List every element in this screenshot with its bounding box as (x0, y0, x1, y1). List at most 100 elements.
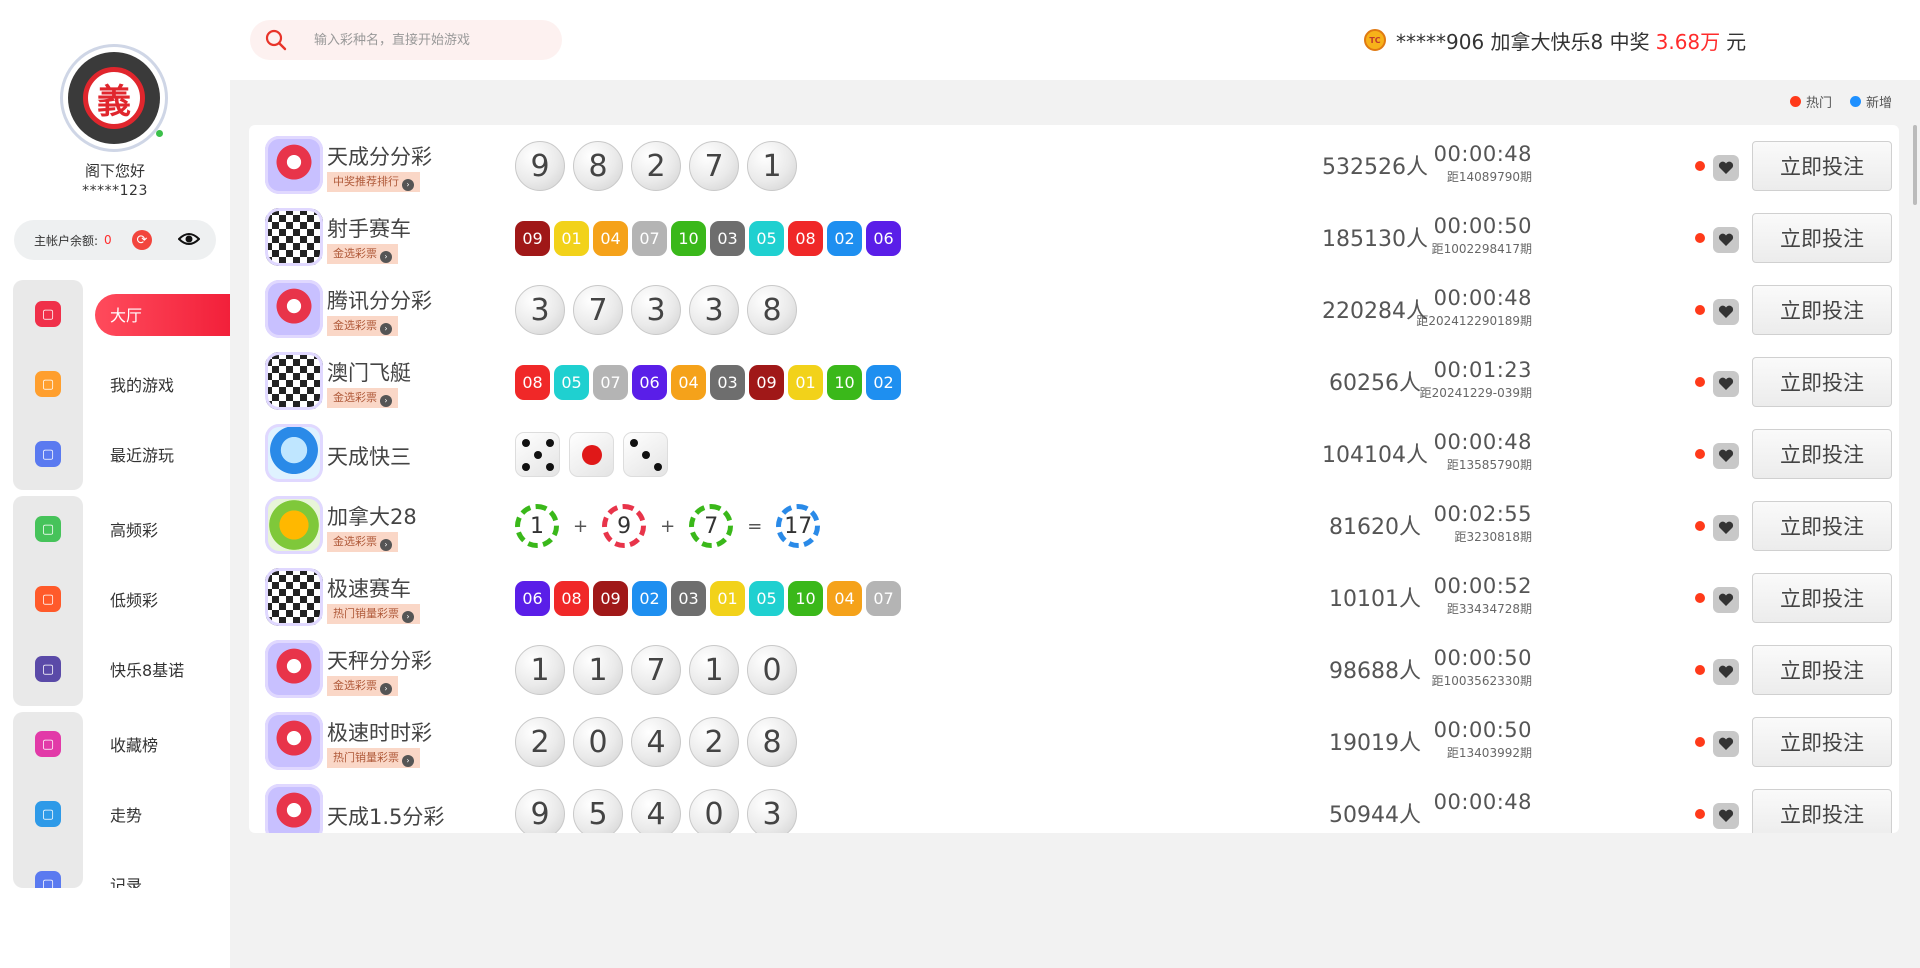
draw-result (515, 413, 677, 495)
bet-now-button[interactable]: 立即投注 (1752, 141, 1892, 191)
racing-icon[interactable] (265, 568, 323, 626)
heart-icon[interactable] (1713, 227, 1739, 253)
bet-now-button[interactable]: 立即投注 (1752, 285, 1892, 335)
search-bar[interactable] (250, 20, 562, 60)
result-number: 04 (671, 364, 706, 400)
balance-label: 主帐户余额: (34, 233, 99, 248)
hot-dot-icon (1695, 377, 1705, 387)
heart-icon[interactable] (1713, 515, 1739, 541)
nav-item-1[interactable]: ▢ 我的游戏 (0, 364, 230, 404)
pip (534, 450, 542, 459)
scrollbar[interactable] (1913, 125, 1917, 205)
hot-dot-icon (1695, 521, 1705, 531)
pip (582, 444, 602, 465)
nav-item-6[interactable]: ▢ 收藏榜 (0, 724, 230, 764)
game-row: 天成1.5分彩 9 5 4 0 3 00:00:48 50944人 立即投注 (249, 773, 1899, 833)
game-name[interactable]: 射手赛车 (327, 213, 411, 243)
win-ticker: TC *****906 加拿大快乐8 中奖 3.68万 元 (1364, 24, 1746, 56)
result-number: 04 (827, 580, 862, 616)
result-ring: 7 (689, 504, 734, 548)
game-name[interactable]: 天成快三 (327, 441, 411, 471)
heart-icon[interactable] (1713, 659, 1739, 685)
chevron-icon: › (380, 251, 392, 263)
bet-now-button[interactable]: 立即投注 (1752, 357, 1892, 407)
game-name[interactable]: 加拿大28 (327, 501, 417, 531)
countdown-time: 00:00:50 (1433, 718, 1532, 742)
draw-result: 11710 (515, 629, 805, 711)
bet-now-button[interactable]: 立即投注 (1752, 789, 1892, 833)
ssc-icon[interactable] (265, 640, 323, 698)
result-ball: 2 (689, 717, 739, 767)
nav-item-7[interactable]: ▢ 走势 (0, 794, 230, 834)
result-number: 06 (632, 364, 667, 400)
player-count: 532526人 (1322, 155, 1428, 180)
result-ball: 3 (631, 285, 681, 335)
result-ball: 4 (631, 717, 681, 767)
game-name[interactable]: 腾讯分分彩 (327, 285, 432, 315)
player-count: 185130人 (1322, 227, 1428, 252)
dice-icon (623, 431, 668, 477)
game-name[interactable]: 澳门飞艇 (327, 357, 411, 387)
result-number: 05 (749, 580, 784, 616)
k3-icon[interactable] (265, 424, 323, 482)
result-number: 07 (632, 220, 667, 256)
result-number: 02 (827, 220, 862, 256)
result-ball: 3 (747, 789, 797, 833)
heart-icon[interactable] (1713, 443, 1739, 469)
ticker-text: *****906 加拿大快乐8 中奖 (1396, 29, 1650, 54)
nav-item-5[interactable]: ▢ 快乐8基诺 (0, 649, 230, 689)
ssc-icon[interactable] (265, 784, 323, 833)
countdown-time: 00:00:48 (1433, 142, 1532, 166)
nav-item-4[interactable]: ▢ 低频彩 (0, 579, 230, 619)
game-row: 极速赛车 热门销量彩票 › 06 08 09 02 03 01 05 10 04 07 00:00:52 距… (249, 557, 1899, 639)
refresh-icon[interactable]: ⟳ (132, 230, 152, 250)
result-number: 08 (788, 220, 823, 256)
game-tag-text: 金选彩票 (333, 535, 377, 548)
result-number: 06 (515, 580, 550, 616)
bet-now-button[interactable]: 立即投注 (1752, 429, 1892, 479)
heart-icon[interactable] (1713, 731, 1739, 757)
bet-now-button[interactable]: 立即投注 (1752, 717, 1892, 767)
nav-item-0[interactable]: ▢ 大厅 (0, 294, 230, 334)
nav-item-2[interactable]: ▢ 最近游玩 (0, 434, 230, 474)
bet-now-button[interactable]: 立即投注 (1752, 501, 1892, 551)
player-count: 60256人 (1329, 371, 1421, 396)
player-count: 104104人 (1322, 443, 1428, 468)
dice-icon (515, 431, 560, 477)
draw-result: 09 01 04 07 10 03 05 08 02 06 (515, 197, 905, 279)
eye-icon[interactable] (178, 231, 200, 247)
ssc-icon[interactable] (265, 136, 323, 194)
heart-icon[interactable] (1713, 371, 1739, 397)
search-input[interactable] (314, 30, 554, 50)
result-ball: 9 (515, 789, 565, 833)
pc28-icon[interactable] (265, 496, 323, 554)
result-number: 09 (593, 580, 628, 616)
ssc-icon[interactable] (265, 712, 323, 770)
game-name[interactable]: 天成分分彩 (327, 141, 432, 171)
result-ball: 5 (573, 789, 623, 833)
countdown: 00:00:50 距1003562330期 (1432, 646, 1532, 689)
heart-icon[interactable] (1713, 299, 1739, 325)
result-ball: 0 (747, 645, 797, 695)
nav-item-label: 我的游戏 (110, 376, 175, 395)
result-ball: 7 (573, 285, 623, 335)
racing-icon[interactable] (265, 208, 323, 266)
racing-icon[interactable] (265, 352, 323, 410)
result-ball: 2 (631, 141, 681, 191)
pip (654, 462, 662, 471)
nav-item-3[interactable]: ▢ 高频彩 (0, 509, 230, 549)
game-name[interactable]: 天成1.5分彩 (327, 801, 444, 831)
bet-now-button[interactable]: 立即投注 (1752, 645, 1892, 695)
game-name[interactable]: 极速时时彩 (327, 717, 432, 747)
heart-icon[interactable] (1713, 587, 1739, 613)
bet-now-button[interactable]: 立即投注 (1752, 213, 1892, 263)
bet-now-button[interactable]: 立即投注 (1752, 573, 1892, 623)
game-name[interactable]: 极速赛车 (327, 573, 411, 603)
game-name[interactable]: 天秤分分彩 (327, 645, 432, 675)
heart-icon[interactable] (1713, 803, 1739, 829)
ssc-icon[interactable] (265, 280, 323, 338)
chevron-icon: › (380, 323, 392, 335)
result-number: 02 (632, 580, 667, 616)
heart-icon[interactable] (1713, 155, 1739, 181)
legend-hot: 热门 (1805, 96, 1832, 111)
